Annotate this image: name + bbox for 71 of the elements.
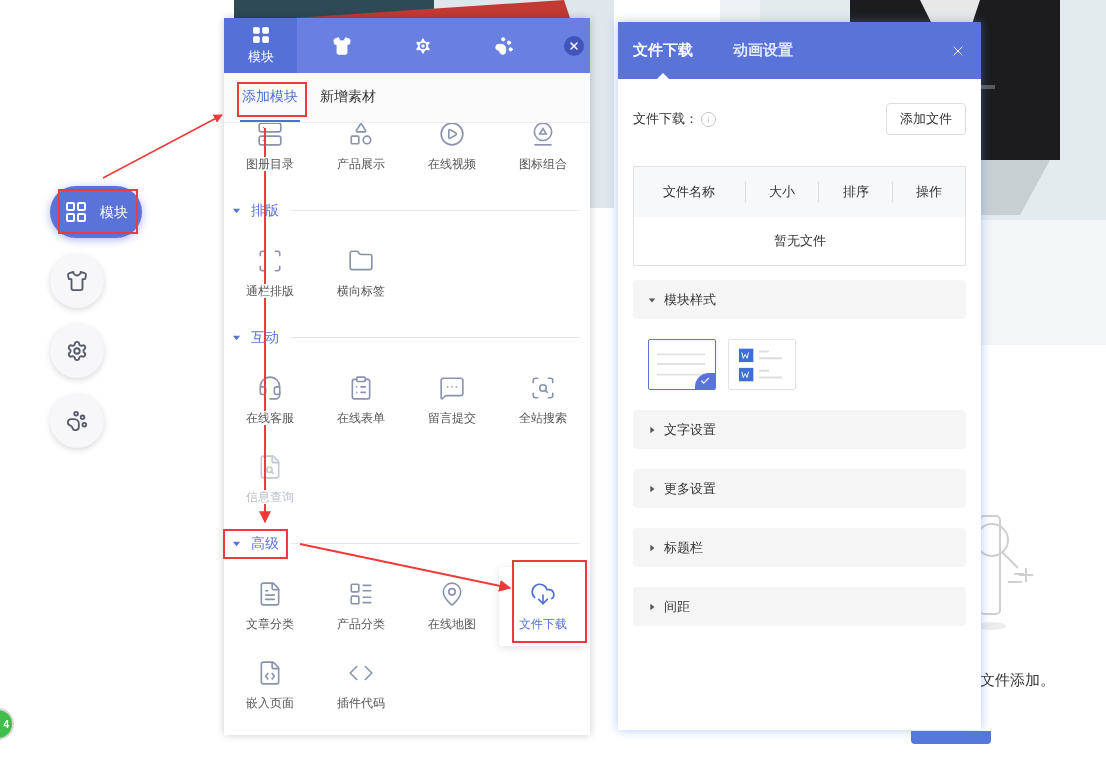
annotation-box [237, 82, 307, 117]
sub-tab[interactable]: 新增素材 [318, 73, 378, 122]
empty-text: 暂无文件 [773, 232, 826, 251]
module-item[interactable]: 文件下载 [499, 567, 586, 646]
caret-icon [648, 543, 656, 552]
caret-icon [648, 602, 656, 611]
section-title: 互动 [251, 327, 279, 347]
section-header[interactable]: 间距 [633, 587, 966, 626]
field-label: 文件下载： [633, 110, 698, 129]
column-header: 文件名称 [663, 183, 716, 202]
list-icon [347, 581, 374, 607]
paw-icon [493, 35, 514, 56]
dock-button[interactable] [50, 324, 104, 378]
module-item[interactable]: 横向标签 [317, 234, 404, 313]
dock-button[interactable] [50, 394, 104, 448]
info-icon [700, 110, 717, 128]
badge: 4 [0, 708, 14, 740]
section-header[interactable]: 标题栏 [633, 528, 966, 567]
module-item[interactable]: 图册目录 [226, 123, 313, 186]
style-option[interactable] [648, 339, 716, 390]
message-icon [438, 375, 465, 401]
check-mark [695, 373, 715, 389]
close-icon [568, 39, 580, 52]
module-item[interactable]: 通栏排版 [226, 234, 313, 313]
column-header: 操作 [915, 183, 942, 202]
play-icon [438, 123, 465, 147]
close-button[interactable] [564, 35, 584, 56]
dock-button[interactable] [50, 254, 104, 308]
grid-icon [250, 24, 271, 45]
panel-tab[interactable]: 模块 [224, 18, 297, 73]
annotation-box [223, 529, 288, 559]
section-title: 排版 [251, 200, 279, 220]
shirt-icon [331, 35, 352, 56]
module-item[interactable]: 留言提交 [408, 361, 495, 440]
module-item[interactable]: 图标组合 [499, 123, 586, 186]
dock-button[interactable]: 模块 [50, 186, 142, 238]
frame-icon [256, 248, 283, 274]
caret-icon [648, 295, 656, 304]
shirt-icon [66, 270, 88, 292]
tab-pointer [657, 73, 669, 79]
module-item[interactable]: 嵌入页面 [226, 646, 313, 725]
search-icon [529, 375, 556, 401]
module-item[interactable]: 在线视频 [408, 123, 495, 186]
caret-icon [648, 484, 656, 493]
module-item[interactable]: 插件代码 [317, 646, 404, 725]
module-item[interactable]: 文章分类 [226, 567, 313, 646]
module-item[interactable]: 在线客服 [226, 361, 313, 440]
settings-tab[interactable]: 动画设置 [733, 22, 793, 79]
settings-icon [66, 340, 88, 362]
module-item[interactable]: 产品分类 [317, 567, 404, 646]
hint-text: 文件添加。 [980, 670, 1055, 690]
grid-icon [64, 200, 88, 224]
caret-icon [648, 425, 656, 434]
section-header[interactable]: 模块样式 [633, 280, 966, 319]
section-header[interactable]: 文字设置 [633, 410, 966, 449]
column-header: 排序 [842, 183, 869, 202]
module-item[interactable]: 在线表单 [317, 361, 404, 440]
cloud-download-icon [529, 581, 556, 607]
module-item[interactable]: 全站搜索 [499, 361, 586, 440]
module-item[interactable]: 在线地图 [408, 567, 495, 646]
section-title: 高级 [251, 533, 279, 553]
shapes-icon [347, 123, 374, 147]
add-file-button[interactable]: 添加文件 [886, 103, 966, 135]
server-icon [256, 123, 283, 147]
column-header: 大小 [769, 183, 796, 202]
section-header[interactable]: 更多设置 [633, 469, 966, 508]
module-item[interactable]: 产品展示 [317, 123, 404, 186]
settings-tab[interactable]: 文件下载 [633, 22, 693, 79]
paw-icon [66, 410, 88, 432]
headset-icon [256, 375, 283, 401]
sub-tab[interactable]: 添加模块 [240, 73, 300, 122]
